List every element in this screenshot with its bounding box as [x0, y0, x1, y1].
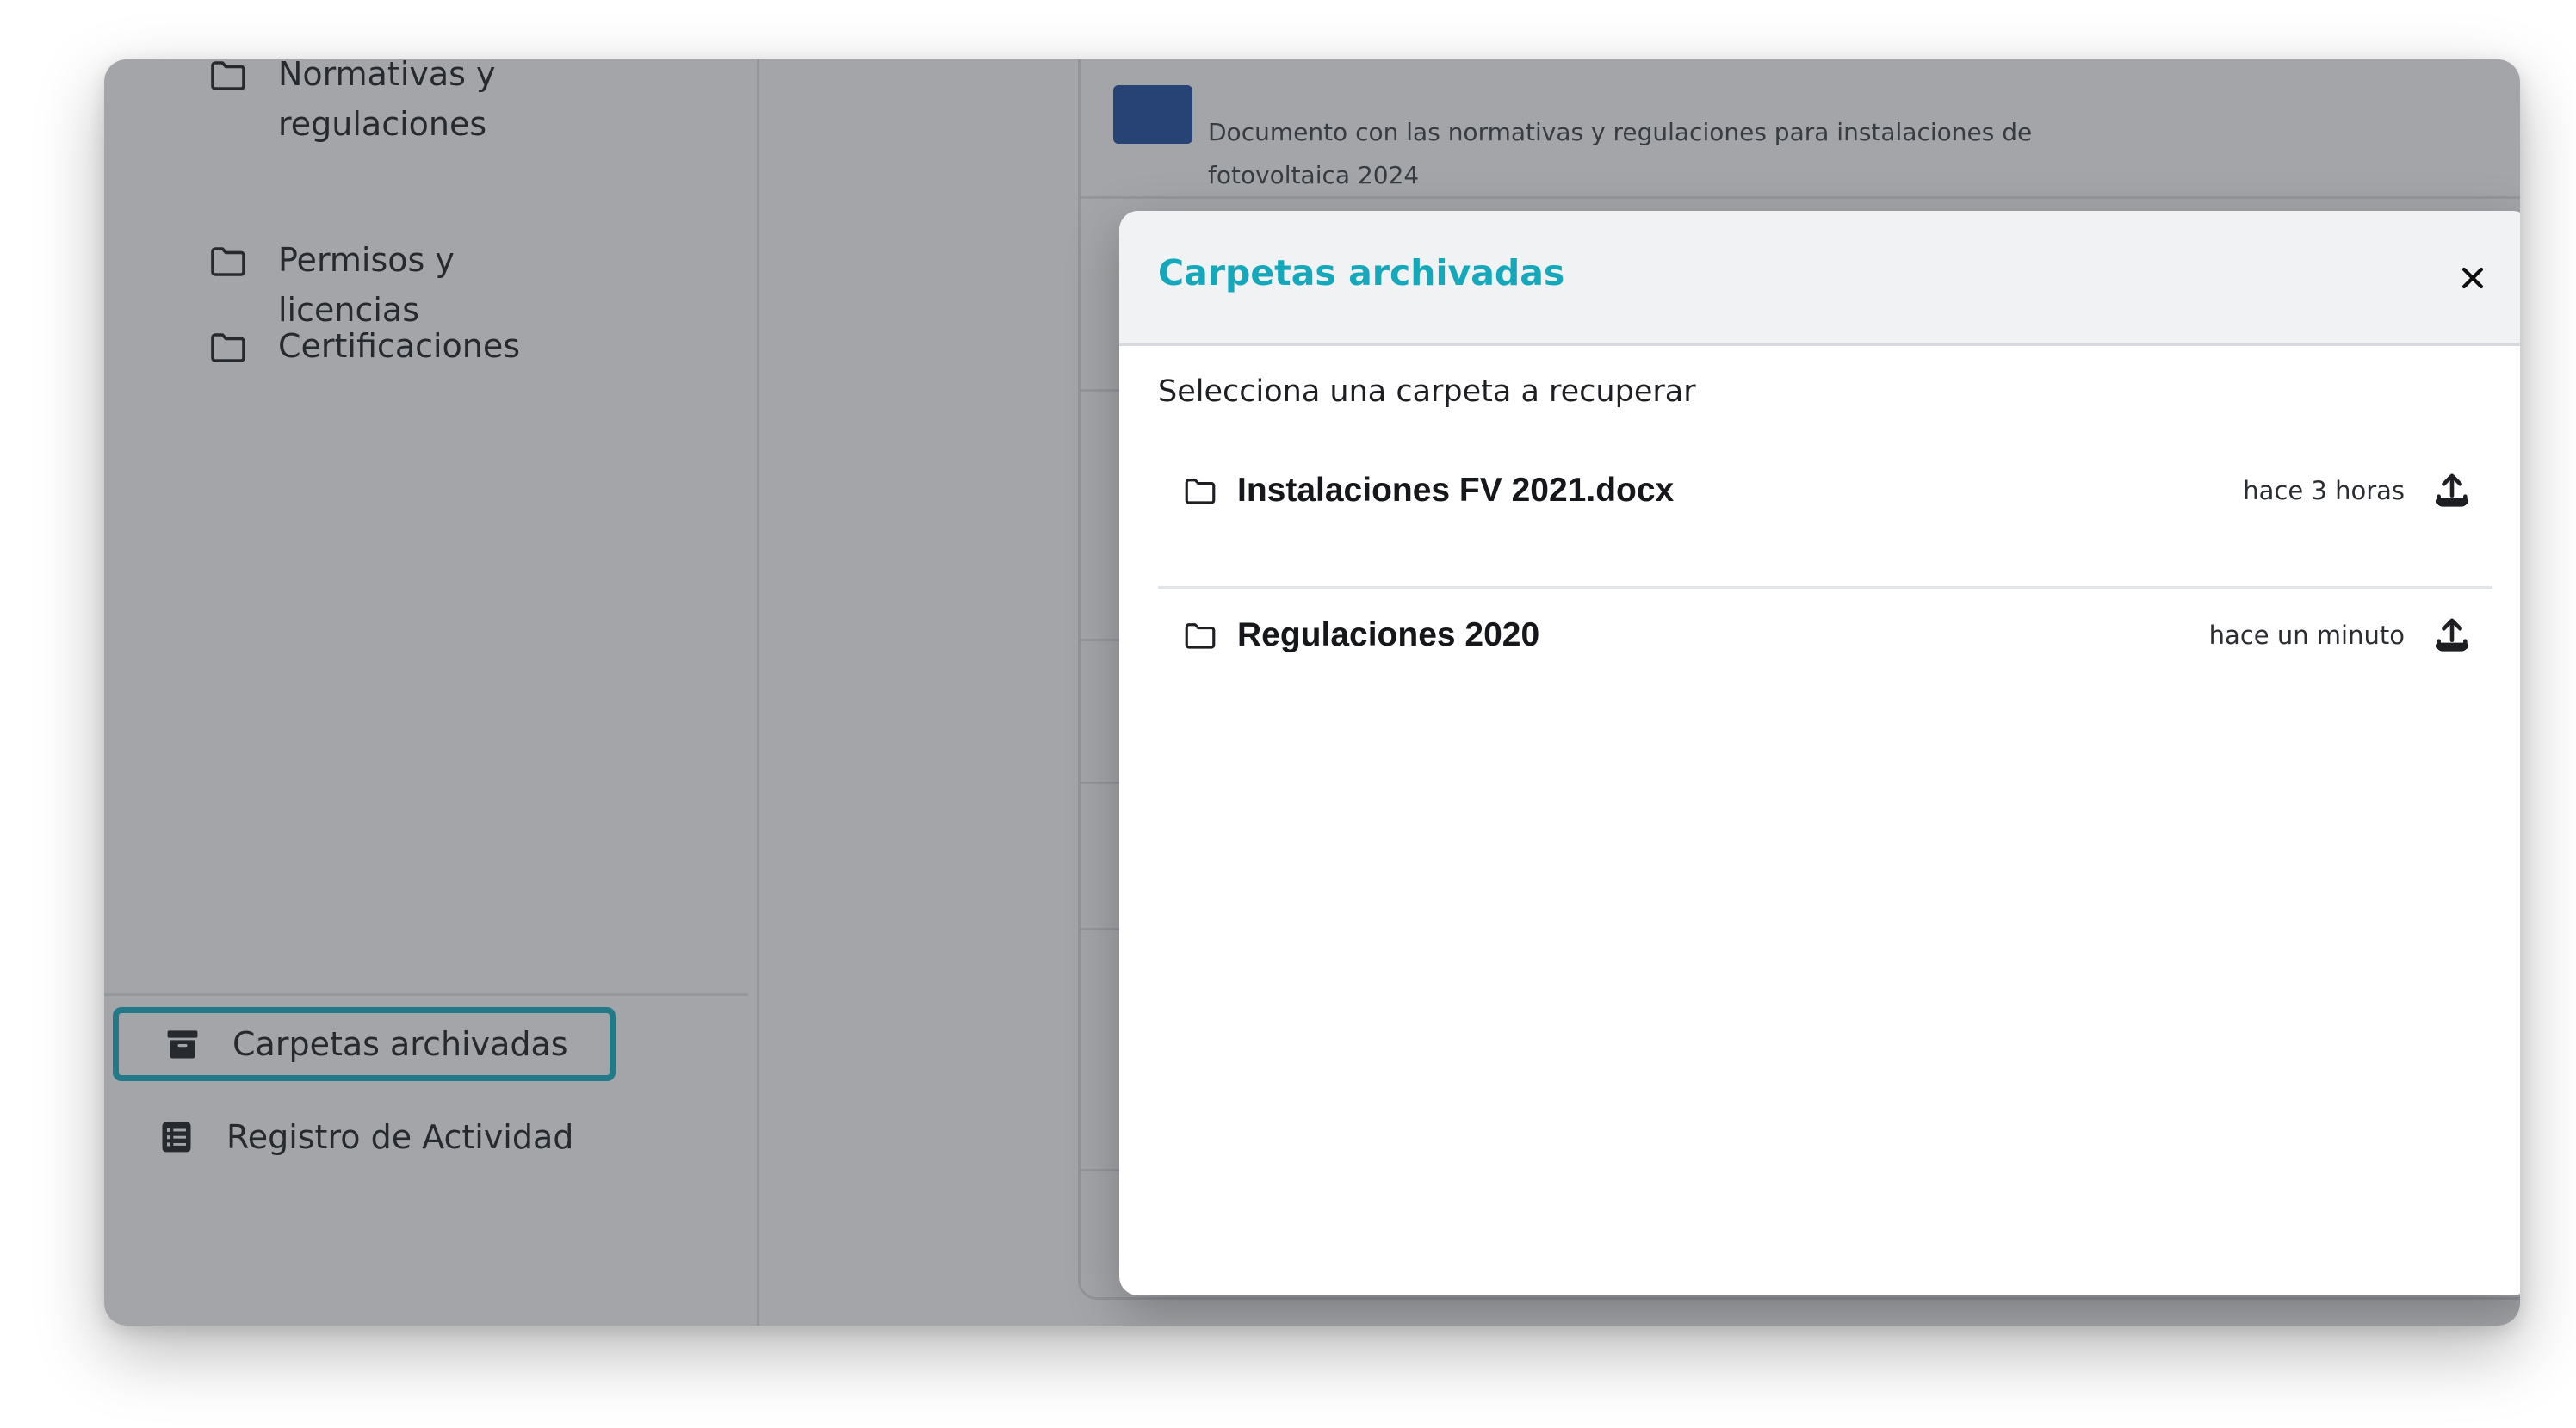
folder-name: Instalaciones FV 2021.docx	[1237, 472, 1675, 509]
modal-title: Carpetas archivadas	[1158, 252, 1565, 294]
archived-folder-row[interactable]: Instalaciones FV 2021.docx hace 3 horas	[1158, 443, 2492, 538]
app-window: Normativas y regulaciones Permisos y lic…	[104, 59, 2520, 1326]
archived-folders-modal: Carpetas archivadas Selecciona una carpe…	[1119, 211, 2520, 1295]
close-button[interactable]	[2452, 257, 2493, 299]
modal-header: Carpetas archivadas	[1119, 211, 2520, 346]
archived-time: hace 3 horas	[2243, 476, 2405, 505]
upload-icon[interactable]	[2432, 471, 2472, 510]
archived-folder-row[interactable]: Regulaciones 2020 hace un minuto	[1158, 588, 2492, 683]
modal-instructions: Selecciona una carpeta a recuperar	[1158, 374, 1696, 409]
close-icon	[2461, 267, 2484, 289]
archived-time: hace un minuto	[2208, 621, 2405, 650]
folder-icon	[1185, 479, 1216, 504]
upload-icon[interactable]	[2432, 615, 2472, 655]
folder-name: Regulaciones 2020	[1237, 616, 1540, 653]
folder-icon	[1185, 623, 1216, 649]
